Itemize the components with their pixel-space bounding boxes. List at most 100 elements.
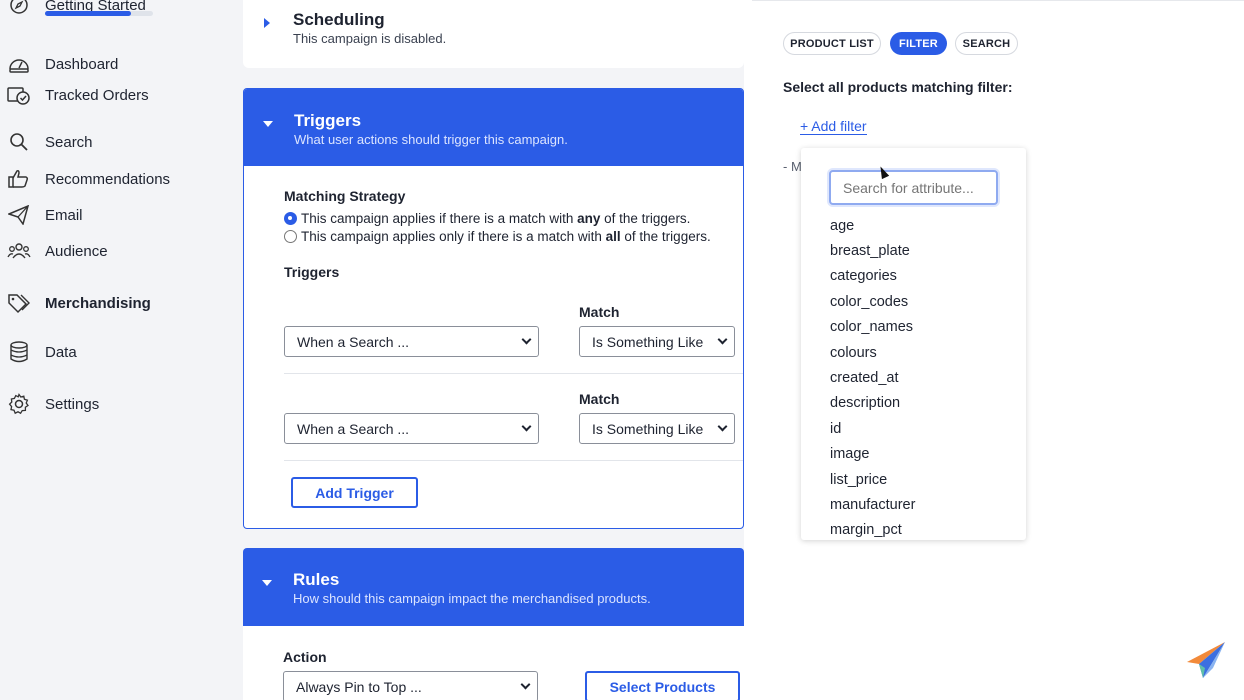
tab-product-list[interactable]: PRODUCT LIST	[783, 32, 881, 55]
triggers-label: Triggers	[284, 264, 340, 280]
attribute-option[interactable]: created_at	[830, 365, 915, 390]
add-trigger-button[interactable]: Add Trigger	[291, 477, 418, 508]
attribute-option[interactable]: id	[830, 416, 915, 441]
radio-any[interactable]	[284, 212, 297, 225]
compass-icon	[7, 0, 31, 17]
triggers-section: Triggers What user actions should trigge…	[243, 88, 744, 529]
audience-icon	[7, 239, 31, 263]
attribute-option[interactable]: breast_plate	[830, 238, 915, 263]
select-value: Is Something Like	[592, 333, 704, 350]
rules-section: Rules How should this campaign impact th…	[243, 548, 744, 700]
sidebar-item-dashboard[interactable]: Dashboard	[0, 49, 230, 79]
attribute-list: age breast_plate categories color_codes colo…	[830, 213, 915, 540]
sidebar-item-label: Dashboard	[45, 55, 119, 73]
search-icon	[7, 130, 31, 154]
sidebar-item-label: Email	[45, 206, 83, 224]
match-all-option[interactable]: This campaign applies only if there is a…	[284, 229, 711, 244]
select-value: Always Pin to Top ...	[296, 678, 422, 695]
option-text: This campaign applies if there is a matc…	[301, 211, 691, 226]
divider	[284, 373, 743, 374]
section-title: Triggers	[294, 111, 362, 130]
sidebar-item-tracked-orders[interactable]: Tracked Orders	[0, 80, 230, 110]
tab-search[interactable]: SEARCH	[955, 32, 1018, 55]
partial-text: - M	[783, 159, 802, 174]
attribute-option[interactable]: description	[830, 391, 915, 416]
sidebar-item-settings[interactable]: Settings	[0, 389, 230, 419]
sidebar-item-search[interactable]: Search	[0, 127, 230, 157]
attribute-option[interactable]: categories	[830, 264, 915, 289]
trigger-type-select[interactable]: When a Search ...	[284, 413, 539, 444]
attribute-option[interactable]: list_price	[830, 467, 915, 492]
add-filter-link[interactable]: + Add filter	[800, 118, 867, 135]
tracked-orders-icon	[7, 83, 31, 107]
tag-icon	[7, 291, 31, 315]
sidebar-item-getting-started[interactable]: Getting Started	[0, 0, 230, 20]
attribute-dropdown: agebreast_platecategoriescolor_codescolo…	[801, 148, 1026, 540]
sidebar-item-audience[interactable]: Audience	[0, 236, 230, 266]
tab-filter[interactable]: FILTER	[890, 32, 947, 55]
option-text: This campaign applies only if there is a…	[301, 229, 711, 244]
chevron-down-icon	[717, 334, 728, 345]
section-subtitle: What user actions should trigger this ca…	[294, 132, 568, 147]
chevron-down-icon	[521, 334, 532, 345]
section-subtitle: How should this campaign impact the merc…	[293, 591, 651, 606]
match-any-option[interactable]: This campaign applies if there is a matc…	[284, 211, 690, 226]
attribute-search-input[interactable]	[829, 170, 998, 205]
match-type-select[interactable]: Is Something Like	[579, 326, 735, 357]
progress-fill	[45, 11, 132, 16]
thumbs-up-icon	[7, 167, 31, 191]
sidebar-item-merchandising[interactable]: Merchandising	[0, 288, 230, 318]
attribute-option[interactable]: image	[830, 442, 915, 467]
sidebar-item-label: Audience	[45, 242, 108, 260]
select-value: When a Search ...	[297, 420, 410, 437]
chevron-down-icon	[520, 679, 531, 690]
trigger-type-select[interactable]: When a Search ...	[284, 326, 539, 357]
sidebar: Getting Started Dashboard Tracked Orders…	[0, 0, 230, 700]
chevron-down-icon	[521, 421, 532, 432]
sidebar-item-label: Search	[45, 133, 93, 151]
send-icon	[7, 203, 31, 227]
divider	[284, 460, 743, 461]
sidebar-item-label: Tracked Orders	[45, 86, 149, 104]
attribute-option[interactable]: colours	[830, 340, 915, 365]
sidebar-item-recommendations[interactable]: Recommendations	[0, 164, 230, 194]
sidebar-item-label: Data	[45, 343, 77, 361]
action-label: Action	[283, 649, 327, 665]
match-label: Match	[579, 304, 620, 320]
sidebar-item-email[interactable]: Email	[0, 200, 230, 230]
collapse-caret-icon[interactable]	[262, 580, 272, 586]
radio-all[interactable]	[284, 230, 297, 243]
select-value: When a Search ...	[297, 333, 410, 350]
attribute-option[interactable]: color_names	[830, 315, 915, 340]
sidebar-item-label: Merchandising	[45, 294, 151, 312]
select-products-button[interactable]: Select Products	[585, 671, 740, 700]
rules-header[interactable]: Rules How should this campaign impact th…	[243, 548, 744, 626]
sidebar-item-label: Settings	[45, 395, 100, 413]
filter-heading: Select all products matching filter:	[783, 79, 1013, 95]
action-select[interactable]: Always Pin to Top ...	[283, 671, 538, 700]
expand-caret-icon[interactable]	[264, 18, 270, 28]
divider	[752, 0, 1244, 1]
match-type-select[interactable]: Is Something Like	[579, 413, 735, 444]
sidebar-item-label: Recommendations	[45, 170, 171, 188]
select-value: Is Something Like	[592, 420, 704, 437]
scheduling-section[interactable]: Scheduling This campaign is disabled.	[243, 0, 744, 68]
attribute-option[interactable]: manufacturer	[830, 492, 915, 517]
filter-panel: PRODUCT LIST FILTER SEARCH Select all pr…	[744, 0, 1244, 700]
triggers-header[interactable]: Triggers What user actions should trigge…	[244, 89, 743, 166]
matching-strategy-label: Matching Strategy	[284, 188, 406, 204]
dashboard-icon	[7, 52, 31, 76]
collapse-caret-icon[interactable]	[263, 121, 273, 127]
section-title: Scheduling	[293, 10, 385, 29]
attribute-option[interactable]: age	[830, 213, 915, 238]
sidebar-item-data[interactable]: Data	[0, 337, 230, 367]
attribute-option[interactable]: color_codes	[830, 289, 915, 314]
section-subtitle: This campaign is disabled.	[293, 31, 447, 46]
match-label: Match	[579, 391, 620, 407]
gear-icon	[7, 392, 31, 416]
section-title: Rules	[293, 570, 340, 589]
chevron-down-icon	[717, 421, 728, 432]
getting-started-progress	[45, 11, 153, 16]
database-icon	[7, 340, 31, 364]
attribute-option[interactable]: margin_pct	[830, 518, 915, 540]
